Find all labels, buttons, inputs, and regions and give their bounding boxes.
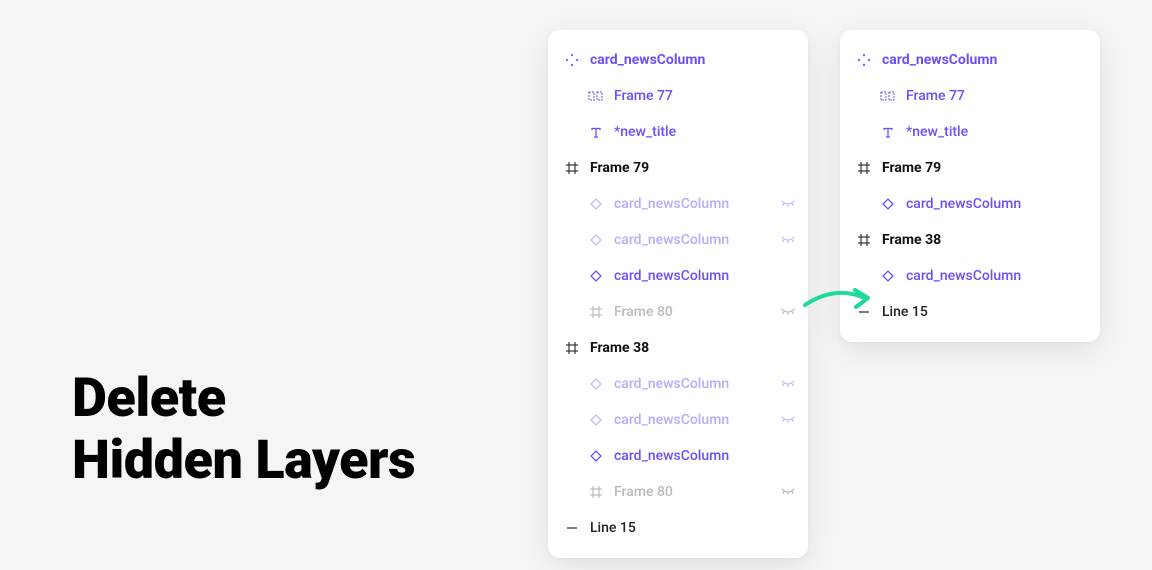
diamond-icon: [588, 376, 604, 392]
diamond-icon: [588, 196, 604, 212]
frame-icon: [856, 160, 872, 176]
layer-label: card_newsColumn: [590, 52, 796, 68]
layer-row[interactable]: card_newsColumn: [548, 258, 808, 294]
layer-label: card_newsColumn: [614, 232, 780, 248]
layer-row[interactable]: card_newsColumn: [548, 186, 808, 222]
text-icon: [880, 124, 896, 140]
layer-row[interactable]: card_newsColumn: [840, 186, 1100, 222]
diamond-icon: [880, 268, 896, 284]
diamond-icon: [588, 412, 604, 428]
layer-row[interactable]: Line 15: [548, 510, 808, 546]
layer-label: Frame 79: [590, 160, 796, 176]
layer-label: card_newsColumn: [614, 376, 780, 392]
layer-label: *new_title: [906, 124, 1088, 140]
layer-row[interactable]: card_newsColumn: [548, 402, 808, 438]
layer-row[interactable]: card_newsColumn: [548, 42, 808, 78]
layer-label: card_newsColumn: [614, 268, 796, 284]
layer-label: card_newsColumn: [614, 412, 780, 428]
hidden-eye-icon[interactable]: [780, 376, 796, 392]
layer-row[interactable]: card_newsColumn: [548, 222, 808, 258]
headline: Delete Hidden Layers: [72, 368, 415, 492]
hidden-eye-icon[interactable]: [780, 412, 796, 428]
layer-row[interactable]: Frame 79: [548, 150, 808, 186]
layer-label: card_newsColumn: [906, 196, 1088, 212]
layer-row[interactable]: Frame 77: [840, 78, 1100, 114]
hidden-eye-icon[interactable]: [780, 232, 796, 248]
layer-row[interactable]: card_newsColumn: [548, 438, 808, 474]
headline-line-1: Delete: [72, 368, 415, 430]
layer-label: Line 15: [882, 304, 1088, 320]
layer-label: Frame 80: [614, 484, 780, 500]
layer-label: Frame 38: [590, 340, 796, 356]
frame-icon: [564, 160, 580, 176]
layer-label: card_newsColumn: [614, 196, 780, 212]
component-icon: [564, 52, 580, 68]
layer-row[interactable]: Frame 38: [548, 330, 808, 366]
instance-frame-icon: [588, 88, 604, 104]
hidden-eye-icon[interactable]: [780, 304, 796, 320]
layer-label: Frame 77: [906, 88, 1088, 104]
headline-line-2: Hidden Layers: [72, 430, 415, 492]
diamond-icon: [588, 448, 604, 464]
layer-row[interactable]: Frame 80: [548, 474, 808, 510]
diamond-icon: [588, 268, 604, 284]
layer-label: Frame 80: [614, 304, 780, 320]
line-icon: [564, 520, 580, 536]
layer-label: Frame 38: [882, 232, 1088, 248]
layer-row[interactable]: *new_title: [548, 114, 808, 150]
text-icon: [588, 124, 604, 140]
component-icon: [856, 52, 872, 68]
layer-row[interactable]: card_newsColumn: [840, 258, 1100, 294]
layers-panel-before: card_newsColumn Frame 77 *new_title Fram…: [548, 30, 808, 558]
layer-row[interactable]: Frame 79: [840, 150, 1100, 186]
layer-label: Frame 77: [614, 88, 796, 104]
instance-frame-icon: [880, 88, 896, 104]
layer-row[interactable]: card_newsColumn: [840, 42, 1100, 78]
layers-panel-after: card_newsColumn Frame 77 *new_title Fram…: [840, 30, 1100, 342]
layer-row[interactable]: *new_title: [840, 114, 1100, 150]
layer-row[interactable]: Line 15: [840, 294, 1100, 330]
diamond-icon: [880, 196, 896, 212]
layer-label: Frame 79: [882, 160, 1088, 176]
frame-icon: [856, 232, 872, 248]
layer-label: card_newsColumn: [906, 268, 1088, 284]
layer-row[interactable]: Frame 77: [548, 78, 808, 114]
hidden-eye-icon[interactable]: [780, 484, 796, 500]
frame-icon: [564, 340, 580, 356]
layer-label: Line 15: [590, 520, 796, 536]
layer-row[interactable]: Frame 80: [548, 294, 808, 330]
frame-icon: [588, 304, 604, 320]
diamond-icon: [588, 232, 604, 248]
line-icon: [856, 304, 872, 320]
layer-label: *new_title: [614, 124, 796, 140]
layer-row[interactable]: Frame 38: [840, 222, 1100, 258]
layer-label: card_newsColumn: [614, 448, 796, 464]
layer-row[interactable]: card_newsColumn: [548, 366, 808, 402]
hidden-eye-icon[interactable]: [780, 196, 796, 212]
layer-label: card_newsColumn: [882, 52, 1088, 68]
frame-icon: [588, 484, 604, 500]
